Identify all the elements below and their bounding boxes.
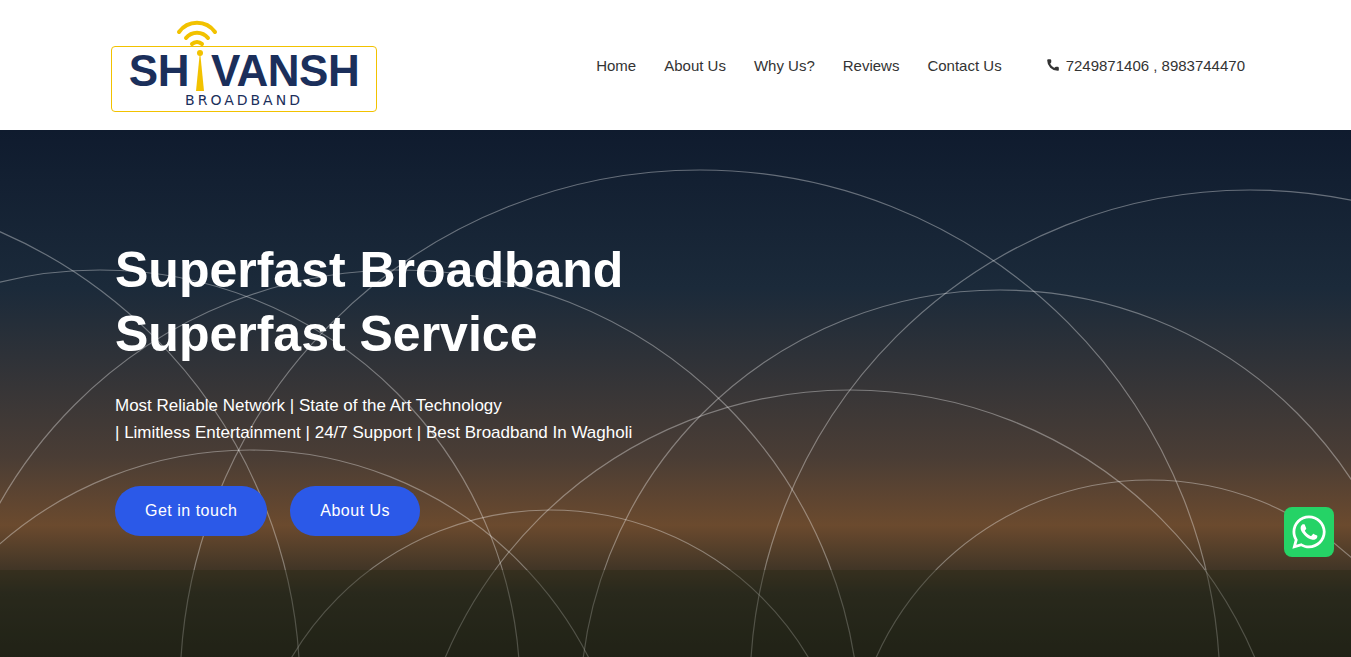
page: SH VANSHBROADBAND Home About Us Why Us? Revie… (0, 0, 1351, 657)
header: SH VANSHBROADBAND Home About Us Why Us? Revie… (0, 0, 1351, 130)
hero-button[interactable]: About Us (290, 486, 420, 536)
wifi-icon (175, 18, 219, 50)
hero-subtitle-line: | Limitless Entertainment | 24/7 Support… (115, 419, 1351, 446)
network-arcs-icon (0, 130, 1351, 657)
nav-link[interactable]: About Us (664, 57, 726, 74)
logo-text: SH (129, 49, 189, 93)
logo-box: SH VANSHBROADBAND (111, 46, 377, 111)
hero-title-line: Superfast Broadband (115, 238, 1351, 302)
hero-button[interactable]: Get in touch (115, 486, 267, 536)
phone[interactable]: 7249871406 , 8983744470 (1046, 57, 1245, 74)
hero-subtitle: Most Reliable Network | State of the Art… (115, 392, 1351, 446)
hero-subtitle-line: Most Reliable Network | State of the Art… (115, 392, 1351, 419)
nav-link[interactable]: Contact Us (927, 57, 1001, 74)
whatsapp-icon (1290, 513, 1328, 551)
nav-link[interactable]: Why Us? (754, 57, 815, 74)
hero-title: Superfast BroadbandSuperfast Service (115, 238, 1351, 366)
logo-text: VANSH (211, 49, 359, 93)
tower-icon (189, 49, 211, 93)
hero-buttons: Get in touch About Us (115, 486, 1351, 536)
logo[interactable]: SH VANSHBROADBAND (111, 18, 377, 111)
whatsapp-button[interactable] (1284, 507, 1334, 557)
nav-link[interactable]: Reviews (843, 57, 900, 74)
phone-numbers: 7249871406 , 8983744470 (1066, 57, 1245, 74)
nav: Home About Us Why Us? Reviews Contact Us 7249… (596, 57, 1245, 74)
hero-content: Superfast BroadbandSuperfast Service Most… (115, 238, 1351, 536)
hero-title-line: Superfast Service (115, 302, 1351, 366)
logo-row: SH VANSH (129, 49, 359, 93)
logo-tagline: BROADBAND (185, 93, 303, 108)
phone-icon (1046, 58, 1060, 72)
hero: Superfast BroadbandSuperfast Service Most… (0, 130, 1351, 657)
nav-link[interactable]: Home (596, 57, 636, 74)
